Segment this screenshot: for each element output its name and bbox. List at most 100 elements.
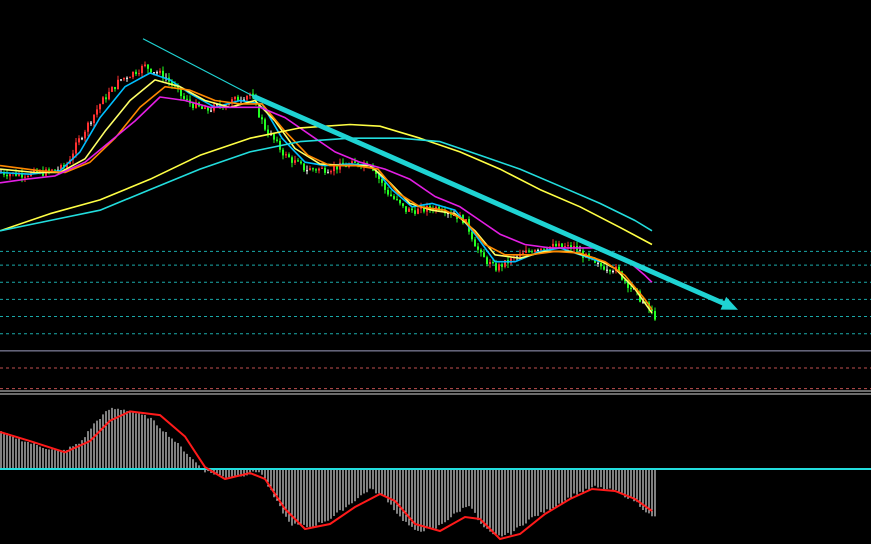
candle-body-31 xyxy=(93,114,95,124)
candle-body-137 xyxy=(411,208,413,211)
candle-body-38 xyxy=(114,86,116,90)
candle-body-87 xyxy=(261,117,263,120)
candle-body-45 xyxy=(135,71,137,75)
candle-body-189 xyxy=(567,245,569,247)
candle-body-61 xyxy=(183,96,185,99)
candle-body-106 xyxy=(318,168,320,171)
candle-body-26 xyxy=(78,138,80,143)
candle-body-180 xyxy=(540,248,542,251)
candle-body-158 xyxy=(474,239,476,247)
candle-body-39 xyxy=(117,79,119,90)
candle-body-193 xyxy=(579,250,581,252)
candle-body-88 xyxy=(264,119,266,130)
candle-body-112 xyxy=(336,166,338,170)
candle-body-204 xyxy=(612,271,614,273)
candle-body-135 xyxy=(405,206,407,212)
candle-body-102 xyxy=(306,170,308,172)
candle-body-160 xyxy=(480,249,482,253)
candle-body-82 xyxy=(246,96,248,100)
candle-body-210 xyxy=(630,287,632,289)
candle-body-203 xyxy=(609,269,611,272)
candle-body-138 xyxy=(414,210,416,214)
candle-body-49 xyxy=(147,64,149,69)
candle-body-3 xyxy=(9,174,11,177)
candle-body-218 xyxy=(654,310,656,320)
candle-body-33 xyxy=(99,104,101,110)
candle-body-29 xyxy=(87,122,89,132)
candle-body-25 xyxy=(75,142,77,154)
candle-body-47 xyxy=(141,66,143,74)
candle-body-37 xyxy=(111,86,113,92)
candle-body-2 xyxy=(6,174,8,177)
candle-body-170 xyxy=(510,258,512,264)
candle-body-107 xyxy=(321,167,323,169)
candle-body-100 xyxy=(300,161,302,164)
candle-body-133 xyxy=(399,199,401,204)
candle-body-130 xyxy=(390,194,392,197)
candle-body-199 xyxy=(597,262,599,264)
candle-body-8 xyxy=(24,176,26,178)
candle-body-132 xyxy=(396,198,398,200)
candle-body-128 xyxy=(384,182,386,190)
candle-body-62 xyxy=(186,98,188,100)
candle-body-32 xyxy=(96,109,98,115)
candle-body-43 xyxy=(129,77,131,79)
candle-body-91 xyxy=(273,133,275,140)
chart-window xyxy=(0,0,871,544)
candle-body-97 xyxy=(291,157,293,163)
candle-body-34 xyxy=(102,97,104,105)
candle-body-92 xyxy=(276,139,278,141)
candle-body-104 xyxy=(312,168,314,170)
candle-body-27 xyxy=(81,138,83,140)
candle-body-30 xyxy=(90,122,92,124)
candle-body-166 xyxy=(498,264,500,271)
candle-body-188 xyxy=(564,246,566,248)
candle-body-109 xyxy=(327,172,329,174)
candle-body-78 xyxy=(234,96,236,100)
candle-body-159 xyxy=(477,246,479,250)
candle-body-167 xyxy=(501,264,503,267)
candle-body-111 xyxy=(333,166,335,172)
candle-body-64 xyxy=(192,103,194,108)
candle-body-98 xyxy=(294,160,296,163)
candle-body-162 xyxy=(486,257,488,265)
candle-body-161 xyxy=(483,252,485,258)
candle-body-94 xyxy=(282,149,284,156)
candle-body-96 xyxy=(288,154,290,158)
candle-body-179 xyxy=(537,249,539,251)
candle-body-101 xyxy=(303,163,305,171)
candle-body-186 xyxy=(558,243,560,247)
candle-body-134 xyxy=(402,203,404,207)
candle-body-35 xyxy=(105,97,107,100)
candle-body-131 xyxy=(393,196,395,199)
candle-body-129 xyxy=(387,189,389,195)
candle-body-165 xyxy=(495,263,497,271)
candle-body-110 xyxy=(330,171,332,173)
chart-background xyxy=(0,0,871,544)
candle-body-18 xyxy=(54,169,56,171)
candle-body-118 xyxy=(354,161,356,163)
price-chart-canvas[interactable] xyxy=(0,0,871,544)
candle-body-163 xyxy=(489,262,491,265)
candle-body-184 xyxy=(552,243,554,247)
candle-body-53 xyxy=(159,70,161,73)
candle-body-16 xyxy=(48,169,50,171)
candle-body-41 xyxy=(123,77,125,80)
candle-body-48 xyxy=(144,64,146,67)
candle-body-9 xyxy=(27,176,29,178)
candle-body-176 xyxy=(528,250,530,252)
candle-body-139 xyxy=(417,208,419,214)
candle-body-103 xyxy=(309,168,311,171)
candle-body-185 xyxy=(555,243,557,247)
candle-body-46 xyxy=(138,73,140,75)
candle-body-52 xyxy=(156,72,158,74)
candle-body-164 xyxy=(492,262,494,264)
candle-body-67 xyxy=(201,106,203,109)
candle-body-70 xyxy=(210,110,212,112)
candle-body-136 xyxy=(408,208,410,212)
candle-body-40 xyxy=(120,79,122,81)
candle-body-44 xyxy=(132,71,134,78)
candle-body-95 xyxy=(285,154,287,156)
candle-body-157 xyxy=(471,231,473,240)
candle-body-178 xyxy=(534,249,536,253)
